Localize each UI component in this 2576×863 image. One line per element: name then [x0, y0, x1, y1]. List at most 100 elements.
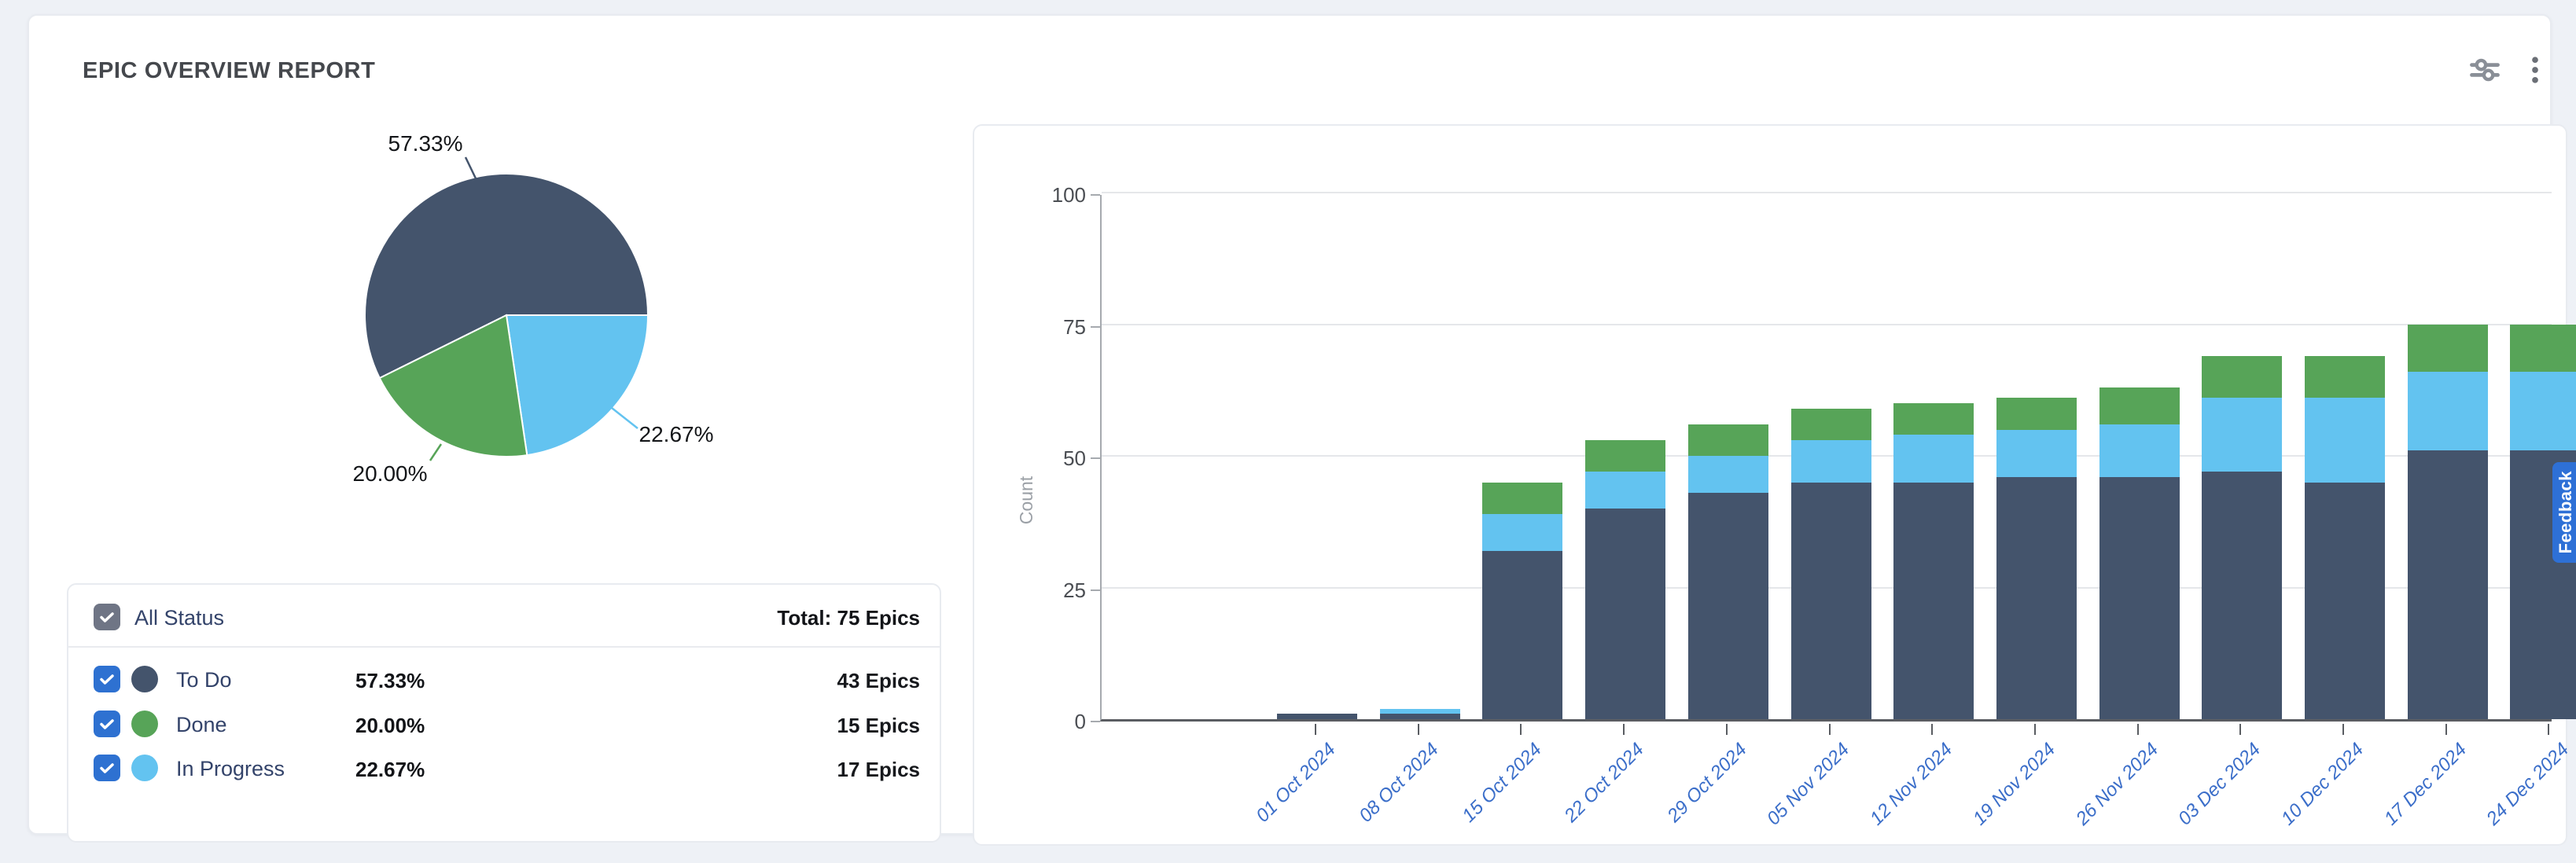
todo-checkbox[interactable] — [94, 666, 120, 692]
y-axis-tick-label: 25 — [1031, 578, 1086, 603]
inprogress-checkbox[interactable] — [94, 755, 120, 781]
check-icon — [98, 670, 116, 689]
bar-segment-done[interactable] — [1585, 440, 1665, 472]
legend-percent: 20.00% — [355, 714, 425, 738]
epic-trend-bar-chart-card: Count 025507510001 Oct 202408 Oct 202415… — [973, 124, 2567, 846]
bar-segment-in-progress[interactable] — [1688, 456, 1768, 493]
legend-count: 43 Epics — [837, 669, 920, 693]
bar-segment-in-progress[interactable] — [1996, 430, 2077, 477]
bar-segment-in-progress[interactable] — [2510, 372, 2576, 451]
x-axis-tick-mark — [1829, 724, 1831, 735]
inprogress-color-swatch — [131, 755, 158, 781]
y-axis-tick-label: 75 — [1031, 315, 1086, 340]
x-axis-date-label: 03 Dec 2024 — [2174, 739, 2265, 830]
bar-segment-in-progress[interactable] — [1791, 440, 1871, 483]
bar-segment-to-do[interactable] — [2408, 450, 2488, 719]
x-axis-tick-mark — [1623, 724, 1625, 735]
bar-segment-to-do[interactable] — [1277, 714, 1357, 719]
bar-segment-done[interactable] — [1791, 409, 1871, 440]
bar-segment-done[interactable] — [2099, 387, 2180, 424]
legend-percent: 57.33% — [355, 669, 425, 693]
todo-color-swatch — [131, 666, 158, 692]
bar-segment-to-do[interactable] — [2099, 477, 2180, 719]
kebab-menu-icon — [2518, 53, 2552, 87]
x-axis-date-label: 05 Nov 2024 — [1763, 739, 1854, 830]
x-axis-date-label: 12 Nov 2024 — [1866, 739, 1957, 830]
legend-label: Done — [176, 713, 227, 737]
x-axis-date-label: 08 Oct 2024 — [1355, 739, 1443, 827]
more-options-icon[interactable] — [2515, 50, 2555, 90]
bar-segment-done[interactable] — [1996, 398, 2077, 429]
x-axis-tick-mark — [2445, 724, 2447, 735]
bar-segment-to-do[interactable] — [1893, 483, 1974, 720]
pie-label-leader-line — [466, 157, 476, 178]
bar-segment-done[interactable] — [1482, 483, 1562, 514]
all-status-checkbox[interactable] — [94, 604, 120, 630]
x-axis-date-label: 26 Nov 2024 — [2071, 739, 2162, 830]
gridline-75 — [1102, 324, 2552, 325]
x-axis-tick-mark — [1931, 724, 1933, 735]
done-checkbox[interactable] — [94, 711, 120, 737]
pie-slice-in-progress[interactable] — [506, 315, 648, 455]
feedback-button[interactable]: Feedback — [2552, 462, 2576, 563]
divider — [68, 646, 940, 648]
x-axis-tick-mark — [2548, 724, 2549, 735]
bar-segment-in-progress[interactable] — [2099, 424, 2180, 477]
filter-settings-icon[interactable] — [2465, 50, 2504, 90]
x-axis-tick-mark — [1520, 724, 1522, 735]
bar-segment-to-do[interactable] — [1482, 551, 1562, 719]
x-axis-date-label: 15 Oct 2024 — [1458, 739, 1546, 827]
y-axis-tick-mark — [1091, 457, 1100, 459]
bar-segment-to-do[interactable] — [1996, 477, 2077, 719]
x-axis-tick-mark — [2239, 724, 2241, 735]
legend-count: 15 Epics — [837, 714, 920, 738]
x-axis-tick-mark — [1418, 724, 1419, 735]
pie-percent-label: 57.33% — [388, 131, 463, 156]
y-axis-tick-label: 100 — [1031, 183, 1086, 207]
bar-segment-to-do[interactable] — [2202, 472, 2282, 719]
check-icon — [98, 714, 116, 733]
x-axis-date-label: 19 Nov 2024 — [1969, 739, 2060, 830]
y-axis-tick-label: 0 — [1031, 710, 1086, 734]
bar-segment-in-progress[interactable] — [2202, 398, 2282, 472]
pie-label-leader-line — [430, 444, 441, 461]
bar-segment-in-progress[interactable] — [1893, 435, 1974, 482]
bar-segment-to-do[interactable] — [1688, 493, 1768, 719]
bar-segment-to-do[interactable] — [1585, 509, 1665, 719]
bar-segment-in-progress[interactable] — [1482, 514, 1562, 551]
bar-segment-to-do[interactable] — [2305, 483, 2385, 720]
all-status-label: All Status — [134, 606, 224, 630]
x-axis-date-label: 10 Dec 2024 — [2277, 739, 2368, 830]
pie-label-leader-line — [612, 408, 638, 428]
x-axis-date-label: 29 Oct 2024 — [1663, 739, 1751, 827]
bar-segment-done[interactable] — [2305, 356, 2385, 398]
x-axis-tick-mark — [1726, 724, 1728, 735]
bar-segment-done[interactable] — [1893, 403, 1974, 435]
y-axis-tick-mark — [1091, 721, 1100, 722]
y-axis-title: Count — [1016, 476, 1037, 524]
bar-segment-done[interactable] — [2408, 325, 2488, 372]
total-epics-label: Total: 75 Epics — [777, 606, 920, 630]
x-axis-tick-mark — [2034, 724, 2036, 735]
y-axis-tick-mark — [1091, 589, 1100, 591]
y-axis-tick-mark — [1091, 326, 1100, 328]
bar-segment-done[interactable] — [2510, 325, 2576, 372]
bar-segment-to-do[interactable] — [1791, 483, 1871, 720]
x-axis-tick-mark — [2342, 724, 2344, 735]
epic-overview-card: EPIC OVERVIEW REPORT 57.33%20.00%22.67% … — [28, 14, 2552, 835]
bar-segment-in-progress[interactable] — [1380, 709, 1460, 714]
check-icon — [98, 608, 116, 626]
sliders-icon — [2467, 53, 2502, 87]
bar-segment-done[interactable] — [1688, 424, 1768, 456]
check-icon — [98, 758, 116, 777]
bar-segment-in-progress[interactable] — [2408, 372, 2488, 451]
bar-segment-in-progress[interactable] — [2305, 398, 2385, 482]
bar-segment-in-progress[interactable] — [1585, 472, 1665, 509]
bar-segment-done[interactable] — [2202, 356, 2282, 398]
legend-percent: 22.67% — [355, 758, 425, 782]
gridline-100 — [1102, 192, 2552, 193]
status-pie-chart: 57.33%20.00%22.67% — [296, 102, 784, 527]
x-axis-date-label: 01 Oct 2024 — [1253, 739, 1341, 827]
bar-segment-to-do[interactable] — [1380, 714, 1460, 719]
legend-label: To Do — [176, 668, 232, 692]
